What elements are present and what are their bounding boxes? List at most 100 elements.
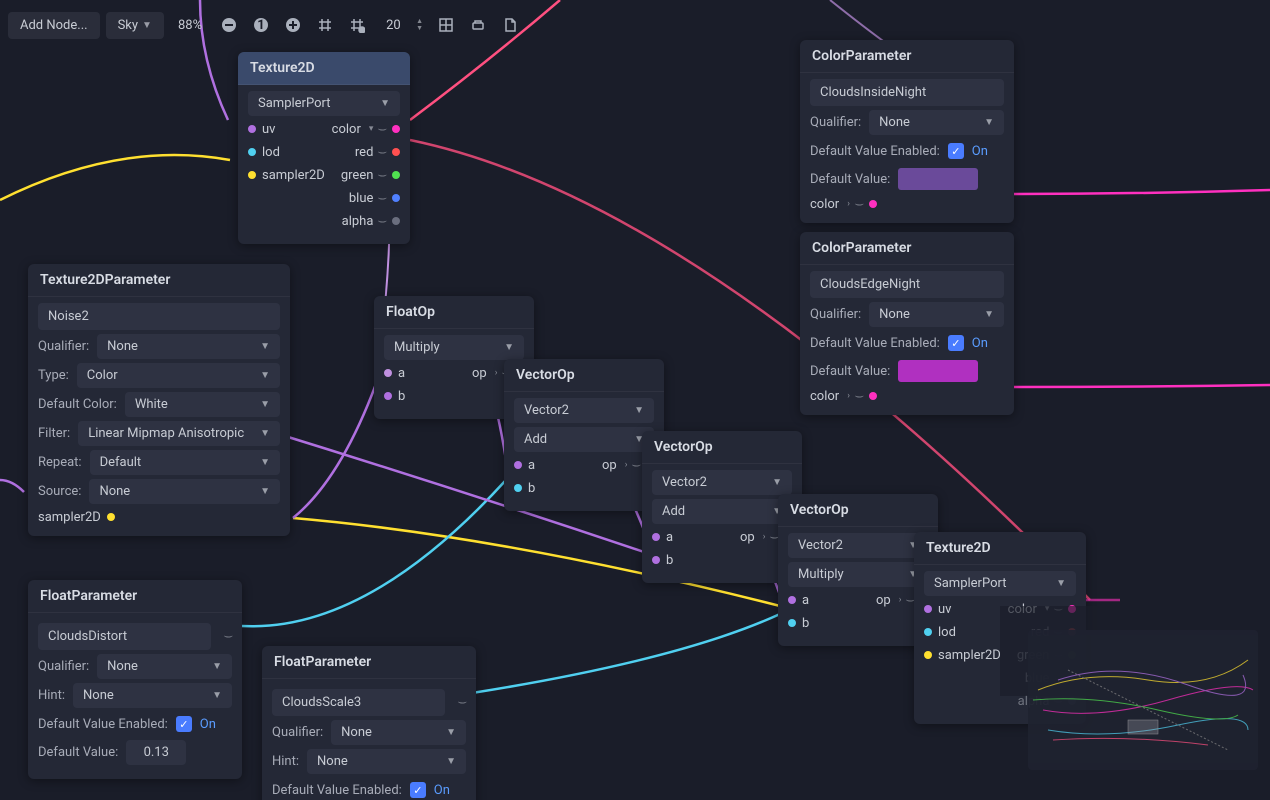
on-label: On xyxy=(434,783,450,798)
chevron-down-icon: ▼ xyxy=(504,342,514,353)
port-sampler2d-out[interactable]: sampler2D xyxy=(38,508,280,526)
defenabled-checkbox[interactable]: ✓ xyxy=(948,143,964,159)
zoom-out-icon[interactable] xyxy=(216,12,242,38)
minimap[interactable] xyxy=(1028,630,1258,770)
port-sampler2d-in[interactable]: sampler2D xyxy=(248,166,325,184)
port-a-in[interactable]: a xyxy=(652,528,673,546)
layout-icon[interactable] xyxy=(433,12,459,38)
preview-icon: ⌣ xyxy=(378,147,388,158)
hint-select[interactable]: None▼ xyxy=(73,683,232,708)
port-color-out[interactable]: ⌣▾color xyxy=(332,120,400,138)
defenabled-label: Default Value Enabled: xyxy=(810,336,940,351)
op-select[interactable]: Add▼ xyxy=(514,427,654,452)
port-color-out[interactable]: ⌣›color xyxy=(810,387,1004,405)
param-name-input[interactable] xyxy=(38,623,211,650)
chevron-down-icon: ▾ xyxy=(369,124,374,134)
port-alpha-out[interactable]: ⌣alpha xyxy=(342,212,400,230)
port-b-in[interactable]: b xyxy=(788,614,809,632)
defenabled-checkbox[interactable]: ✓ xyxy=(948,335,964,351)
grid-snap-icon[interactable] xyxy=(312,12,338,38)
port-green-out[interactable]: ⌣green xyxy=(341,166,400,184)
snap-size-input[interactable]: 20▲▼ xyxy=(376,16,427,35)
port-blue-out[interactable]: ⌣blue xyxy=(349,189,400,207)
node-header[interactable]: VectorOp xyxy=(504,359,664,392)
defenabled-checkbox[interactable]: ✓ xyxy=(176,716,192,732)
node-texture2d-parameter[interactable]: Texture2DParameter Qualifier:None▼ Type:… xyxy=(28,264,290,536)
node-header[interactable]: VectorOp xyxy=(778,494,938,527)
port-dot xyxy=(392,171,400,179)
preview-icon[interactable]: ⌣ xyxy=(224,631,234,642)
node-texture2d-1[interactable]: Texture2D SamplerPort▼ uv lod sampler2D … xyxy=(238,52,410,244)
node-floatparameter-1[interactable]: FloatParameter ⌣ Qualifier:None▼ Hint:No… xyxy=(28,580,242,779)
node-vectorop-1[interactable]: VectorOp Vector2▼ Add▼ a b ⌣›op xyxy=(504,359,664,511)
node-colorparameter-2[interactable]: ColorParameter Qualifier:None▼ Default V… xyxy=(800,232,1014,415)
param-name-input[interactable] xyxy=(272,689,445,716)
node-header[interactable]: ColorParameter xyxy=(800,232,1014,265)
repeat-select[interactable]: Default▼ xyxy=(90,450,280,475)
port-a-in[interactable]: a xyxy=(788,591,809,609)
port-b-in[interactable]: b xyxy=(514,479,535,497)
node-header[interactable]: FloatParameter xyxy=(262,646,476,679)
op-select[interactable]: Multiply▼ xyxy=(788,562,928,587)
op-select[interactable]: Add▼ xyxy=(652,499,792,524)
port-color-out[interactable]: ⌣▾color xyxy=(1008,600,1076,618)
port-a-in[interactable]: a xyxy=(384,364,405,382)
op-select[interactable]: Multiply▼ xyxy=(384,335,524,360)
node-header[interactable]: VectorOp xyxy=(642,431,802,464)
tool-icon[interactable] xyxy=(465,12,491,38)
vectype-select[interactable]: Vector2▼ xyxy=(514,398,654,423)
qualifier-select[interactable]: None▼ xyxy=(97,334,280,359)
grid-config-icon[interactable] xyxy=(344,12,370,38)
port-uv-in[interactable]: uv xyxy=(924,600,1001,618)
zoom-reset-icon[interactable]: 1 xyxy=(248,12,274,38)
node-header[interactable]: Texture2DParameter xyxy=(28,264,290,297)
node-header[interactable]: FloatOp xyxy=(374,296,534,329)
sampler-select[interactable]: SamplerPort▼ xyxy=(248,91,400,116)
sampler-select[interactable]: SamplerPort▼ xyxy=(924,571,1076,596)
port-a-in[interactable]: a xyxy=(514,456,535,474)
port-sampler2d-in[interactable]: sampler2D xyxy=(924,646,1001,664)
port-red-out[interactable]: ⌣red xyxy=(355,143,400,161)
source-select[interactable]: None▼ xyxy=(89,479,280,504)
qualifier-label: Qualifier: xyxy=(272,725,323,740)
node-header[interactable]: ColorParameter xyxy=(800,40,1014,73)
node-colorparameter-1[interactable]: ColorParameter Qualifier:None▼ Default V… xyxy=(800,40,1014,223)
qualifier-select[interactable]: None▼ xyxy=(869,302,1004,327)
qualifier-select[interactable]: None▼ xyxy=(869,110,1004,135)
node-floatparameter-2[interactable]: FloatParameter ⌣ Qualifier:None▼ Hint:No… xyxy=(262,646,476,800)
vectype-select[interactable]: Vector2▼ xyxy=(788,533,928,558)
port-color-out[interactable]: ⌣›color xyxy=(810,195,1004,213)
defcolor-select[interactable]: White▼ xyxy=(125,392,280,417)
preview-icon: ⌣ xyxy=(378,170,388,181)
node-header[interactable]: Texture2D xyxy=(914,532,1086,565)
port-uv-in[interactable]: uv xyxy=(248,120,325,138)
hint-select[interactable]: None▼ xyxy=(307,749,466,774)
qualifier-select[interactable]: None▼ xyxy=(331,720,466,745)
port-lod-in[interactable]: lod xyxy=(924,623,1001,641)
node-header[interactable]: Texture2D xyxy=(238,52,410,85)
preview-icon[interactable]: ⌣ xyxy=(458,697,468,708)
filter-select[interactable]: Linear Mipmap Anisotropic▼ xyxy=(78,421,280,446)
file-icon[interactable] xyxy=(497,12,523,38)
port-lod-in[interactable]: lod xyxy=(248,143,325,161)
zoom-in-icon[interactable] xyxy=(280,12,306,38)
param-name-input[interactable] xyxy=(810,79,1004,106)
color-swatch[interactable] xyxy=(898,168,978,190)
vectype-select[interactable]: Vector2▼ xyxy=(652,470,792,495)
chevron-down-icon: ▼ xyxy=(260,399,270,410)
param-name-input[interactable] xyxy=(38,303,280,330)
param-name-input[interactable] xyxy=(810,271,1004,298)
material-select[interactable]: Sky▼ xyxy=(106,12,164,39)
defenabled-checkbox[interactable]: ✓ xyxy=(410,782,426,798)
preview-icon: ⌣ xyxy=(854,391,864,402)
qualifier-label: Qualifier: xyxy=(810,115,861,130)
stepper-arrows-icon[interactable]: ▲▼ xyxy=(416,18,423,32)
type-select[interactable]: Color▼ xyxy=(77,363,280,388)
color-swatch[interactable] xyxy=(898,360,978,382)
add-node-button[interactable]: Add Node... xyxy=(8,12,100,39)
port-b-in[interactable]: b xyxy=(652,551,673,569)
port-b-in[interactable]: b xyxy=(384,387,405,405)
node-header[interactable]: FloatParameter xyxy=(28,580,242,613)
defval-input[interactable] xyxy=(126,740,186,765)
qualifier-select[interactable]: None▼ xyxy=(97,654,232,679)
